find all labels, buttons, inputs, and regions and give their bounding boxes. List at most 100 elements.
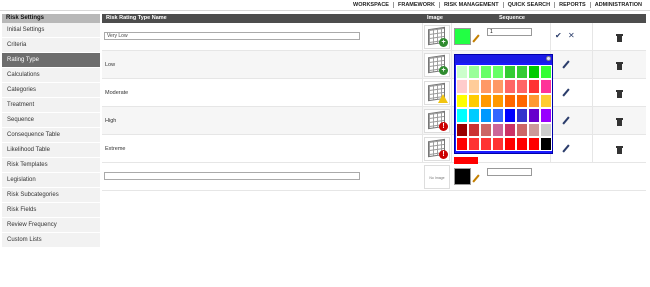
new-color-swatch[interactable] xyxy=(454,168,471,185)
palette-color-cell[interactable] xyxy=(492,136,504,152)
sidebar-item-review-frequency[interactable]: Review Frequency xyxy=(2,218,100,233)
palette-color-cell[interactable] xyxy=(504,79,516,94)
rating-image[interactable]: + xyxy=(424,53,450,77)
palette-color-cell[interactable] xyxy=(540,93,552,109)
palette-color-cell[interactable] xyxy=(480,108,492,123)
palette-color-cell[interactable] xyxy=(528,65,540,80)
palette-color-cell[interactable] xyxy=(468,93,480,109)
palette-color-cell[interactable] xyxy=(516,136,528,152)
rating-image[interactable]: + xyxy=(424,25,450,49)
palette-color-cell[interactable] xyxy=(516,122,528,137)
palette-color-cell[interactable] xyxy=(456,122,468,137)
palette-close-button[interactable] xyxy=(546,56,551,61)
rating-image[interactable]: ! xyxy=(424,137,450,161)
palette-color-cell[interactable] xyxy=(516,108,528,123)
delete-trash-icon[interactable] xyxy=(616,118,623,126)
delete-trash-icon[interactable] xyxy=(616,90,623,98)
delete-trash-icon[interactable] xyxy=(616,146,623,154)
sidebar-item-calculations[interactable]: Calculations xyxy=(2,68,100,83)
palette-color-cell[interactable] xyxy=(456,108,468,123)
sidebar-item-likelihood-table[interactable]: Likelihood Table xyxy=(2,143,100,158)
sidebar-item-initial-settings[interactable]: Initial Settings xyxy=(2,23,100,38)
palette-color-cell[interactable] xyxy=(540,65,552,80)
palette-color-cell[interactable] xyxy=(456,65,468,80)
nav-quick-search[interactable]: QUICK SEARCH xyxy=(502,2,554,8)
save-check-icon[interactable]: ✔ xyxy=(555,32,562,40)
palette-color-cell[interactable] xyxy=(528,136,540,152)
palette-color-cell[interactable] xyxy=(468,65,480,80)
palette-color-cell[interactable] xyxy=(516,93,528,109)
palette-color-cell[interactable] xyxy=(528,122,540,137)
palette-color-cell[interactable] xyxy=(528,79,540,94)
sequence-input[interactable] xyxy=(487,28,532,36)
sidebar-item-rating-type[interactable]: Rating Type xyxy=(2,53,100,68)
sidebar-item-sequence[interactable]: Sequence xyxy=(2,113,100,128)
color-palette-popup xyxy=(454,54,553,154)
table-row: High! xyxy=(102,107,646,135)
no-image-placeholder[interactable]: No Image xyxy=(424,165,450,189)
color-picker-icon[interactable] xyxy=(472,34,480,43)
palette-color-cell[interactable] xyxy=(528,93,540,109)
palette-color-cell[interactable] xyxy=(468,79,480,94)
palette-color-cell[interactable] xyxy=(504,65,516,80)
new-sequence-input[interactable] xyxy=(487,168,532,176)
palette-color-cell[interactable] xyxy=(492,108,504,123)
delete-trash-icon[interactable] xyxy=(616,62,623,70)
palette-color-cell[interactable] xyxy=(480,122,492,137)
palette-color-cell[interactable] xyxy=(480,136,492,152)
palette-color-cell[interactable] xyxy=(504,122,516,137)
palette-color-cell[interactable] xyxy=(468,122,480,137)
palette-color-cell[interactable] xyxy=(492,65,504,80)
palette-color-cell[interactable] xyxy=(492,93,504,109)
rating-image[interactable]: ! xyxy=(424,109,450,133)
palette-color-cell[interactable] xyxy=(480,65,492,80)
sidebar-item-risk-fields[interactable]: Risk Fields xyxy=(2,203,100,218)
palette-color-cell[interactable] xyxy=(540,108,552,123)
edit-pencil-icon[interactable] xyxy=(562,116,570,125)
nav-risk-management[interactable]: RISK MANAGEMENT xyxy=(438,2,503,8)
palette-color-cell[interactable] xyxy=(456,93,468,109)
palette-color-cell[interactable] xyxy=(480,93,492,109)
palette-color-cell[interactable] xyxy=(480,79,492,94)
edit-pencil-icon[interactable] xyxy=(562,88,570,97)
new-rating-name-input[interactable] xyxy=(104,172,360,180)
sidebar-item-treatment[interactable]: Treatment xyxy=(2,98,100,113)
palette-color-cell[interactable] xyxy=(504,136,516,152)
palette-color-cell[interactable] xyxy=(540,79,552,94)
cancel-close-icon[interactable]: ✕ xyxy=(568,32,575,40)
palette-color-cell[interactable] xyxy=(492,122,504,137)
grid-header: Risk Rating Type Name Image Sequence xyxy=(102,14,646,23)
sidebar-item-risk-subcategories[interactable]: Risk Subcategories xyxy=(2,188,100,203)
edit-pencil-icon[interactable] xyxy=(562,144,570,153)
color-swatch[interactable] xyxy=(454,28,471,45)
rating-image[interactable] xyxy=(424,81,450,105)
palette-color-cell[interactable] xyxy=(468,136,480,152)
rating-name-input[interactable] xyxy=(104,32,360,40)
palette-color-cell[interactable] xyxy=(540,122,552,137)
new-rating-row: No Image+ xyxy=(102,163,646,191)
palette-color-cell[interactable] xyxy=(516,65,528,80)
palette-color-cell[interactable] xyxy=(492,79,504,94)
new-color-picker-icon[interactable] xyxy=(472,174,480,183)
palette-color-cell[interactable] xyxy=(504,93,516,109)
palette-title-bar[interactable] xyxy=(455,55,552,63)
palette-color-cell[interactable] xyxy=(540,136,552,152)
sidebar-item-consequence-table[interactable]: Consequence Table xyxy=(2,128,100,143)
palette-color-cell[interactable] xyxy=(456,79,468,94)
nav-administration[interactable]: ADMINISTRATION xyxy=(589,2,646,8)
sidebar-item-legislation[interactable]: Legislation xyxy=(2,173,100,188)
delete-trash-icon[interactable] xyxy=(616,34,623,42)
palette-color-cell[interactable] xyxy=(516,79,528,94)
sidebar-item-risk-templates[interactable]: Risk Templates xyxy=(2,158,100,173)
sidebar-item-custom-lists[interactable]: Custom Lists xyxy=(2,233,100,248)
sidebar-item-categories[interactable]: Categories xyxy=(2,83,100,98)
palette-color-cell[interactable] xyxy=(504,108,516,123)
sidebar-item-criteria[interactable]: Criteria xyxy=(2,38,100,53)
palette-color-cell[interactable] xyxy=(528,108,540,123)
nav-workspace[interactable]: WORKSPACE xyxy=(349,2,393,8)
edit-pencil-icon[interactable] xyxy=(562,60,570,69)
nav-reports[interactable]: REPORTS xyxy=(554,2,590,8)
palette-color-cell[interactable] xyxy=(468,108,480,123)
palette-color-cell[interactable] xyxy=(456,136,468,152)
nav-framework[interactable]: FRAMEWORK xyxy=(392,2,439,8)
